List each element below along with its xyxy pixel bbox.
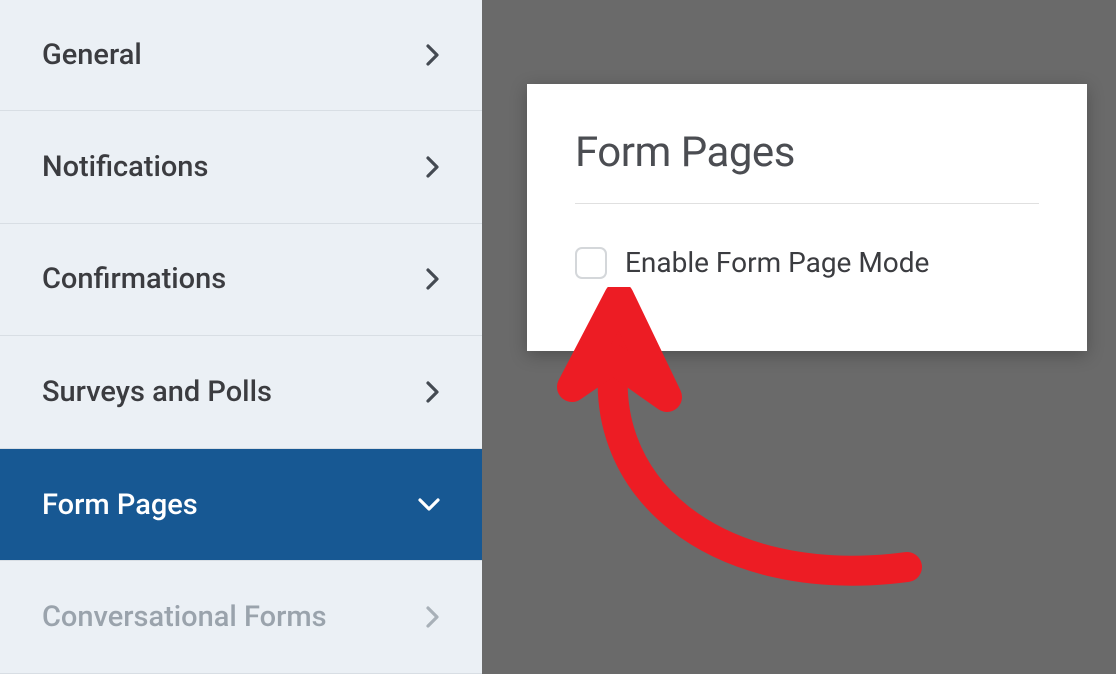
sidebar-item-label: General [42,38,142,72]
sidebar-item-label: Confirmations [42,262,226,296]
sidebar-item-label: Surveys and Polls [42,375,272,409]
sidebar-item-label: Conversational Forms [42,600,327,634]
sidebar-item-label: Form Pages [42,488,198,522]
enable-form-page-mode-row: Enable Form Page Mode [575,246,1039,279]
sidebar-item-conversational-forms[interactable]: Conversational Forms [0,561,482,674]
sidebar-item-form-pages[interactable]: Form Pages [0,449,482,562]
sidebar-item-notifications[interactable]: Notifications [0,111,482,224]
panel-title: Form Pages [575,128,1039,204]
chevron-right-icon [426,156,440,178]
checkbox-label: Enable Form Page Mode [625,246,929,279]
form-pages-panel: Form Pages Enable Form Page Mode [527,84,1087,351]
content-area: Form Pages Enable Form Page Mode [482,0,1116,674]
chevron-right-icon [426,44,440,66]
sidebar-item-confirmations[interactable]: Confirmations [0,224,482,337]
chevron-right-icon [426,268,440,290]
enable-form-page-mode-checkbox[interactable] [575,247,607,279]
chevron-right-icon [426,606,440,628]
chevron-down-icon [418,498,440,512]
sidebar-item-general[interactable]: General [0,0,482,111]
sidebar-item-surveys-and-polls[interactable]: Surveys and Polls [0,336,482,449]
sidebar-item-label: Notifications [42,150,208,184]
chevron-right-icon [426,381,440,403]
settings-sidebar: General Notifications Confirmations Surv… [0,0,482,674]
